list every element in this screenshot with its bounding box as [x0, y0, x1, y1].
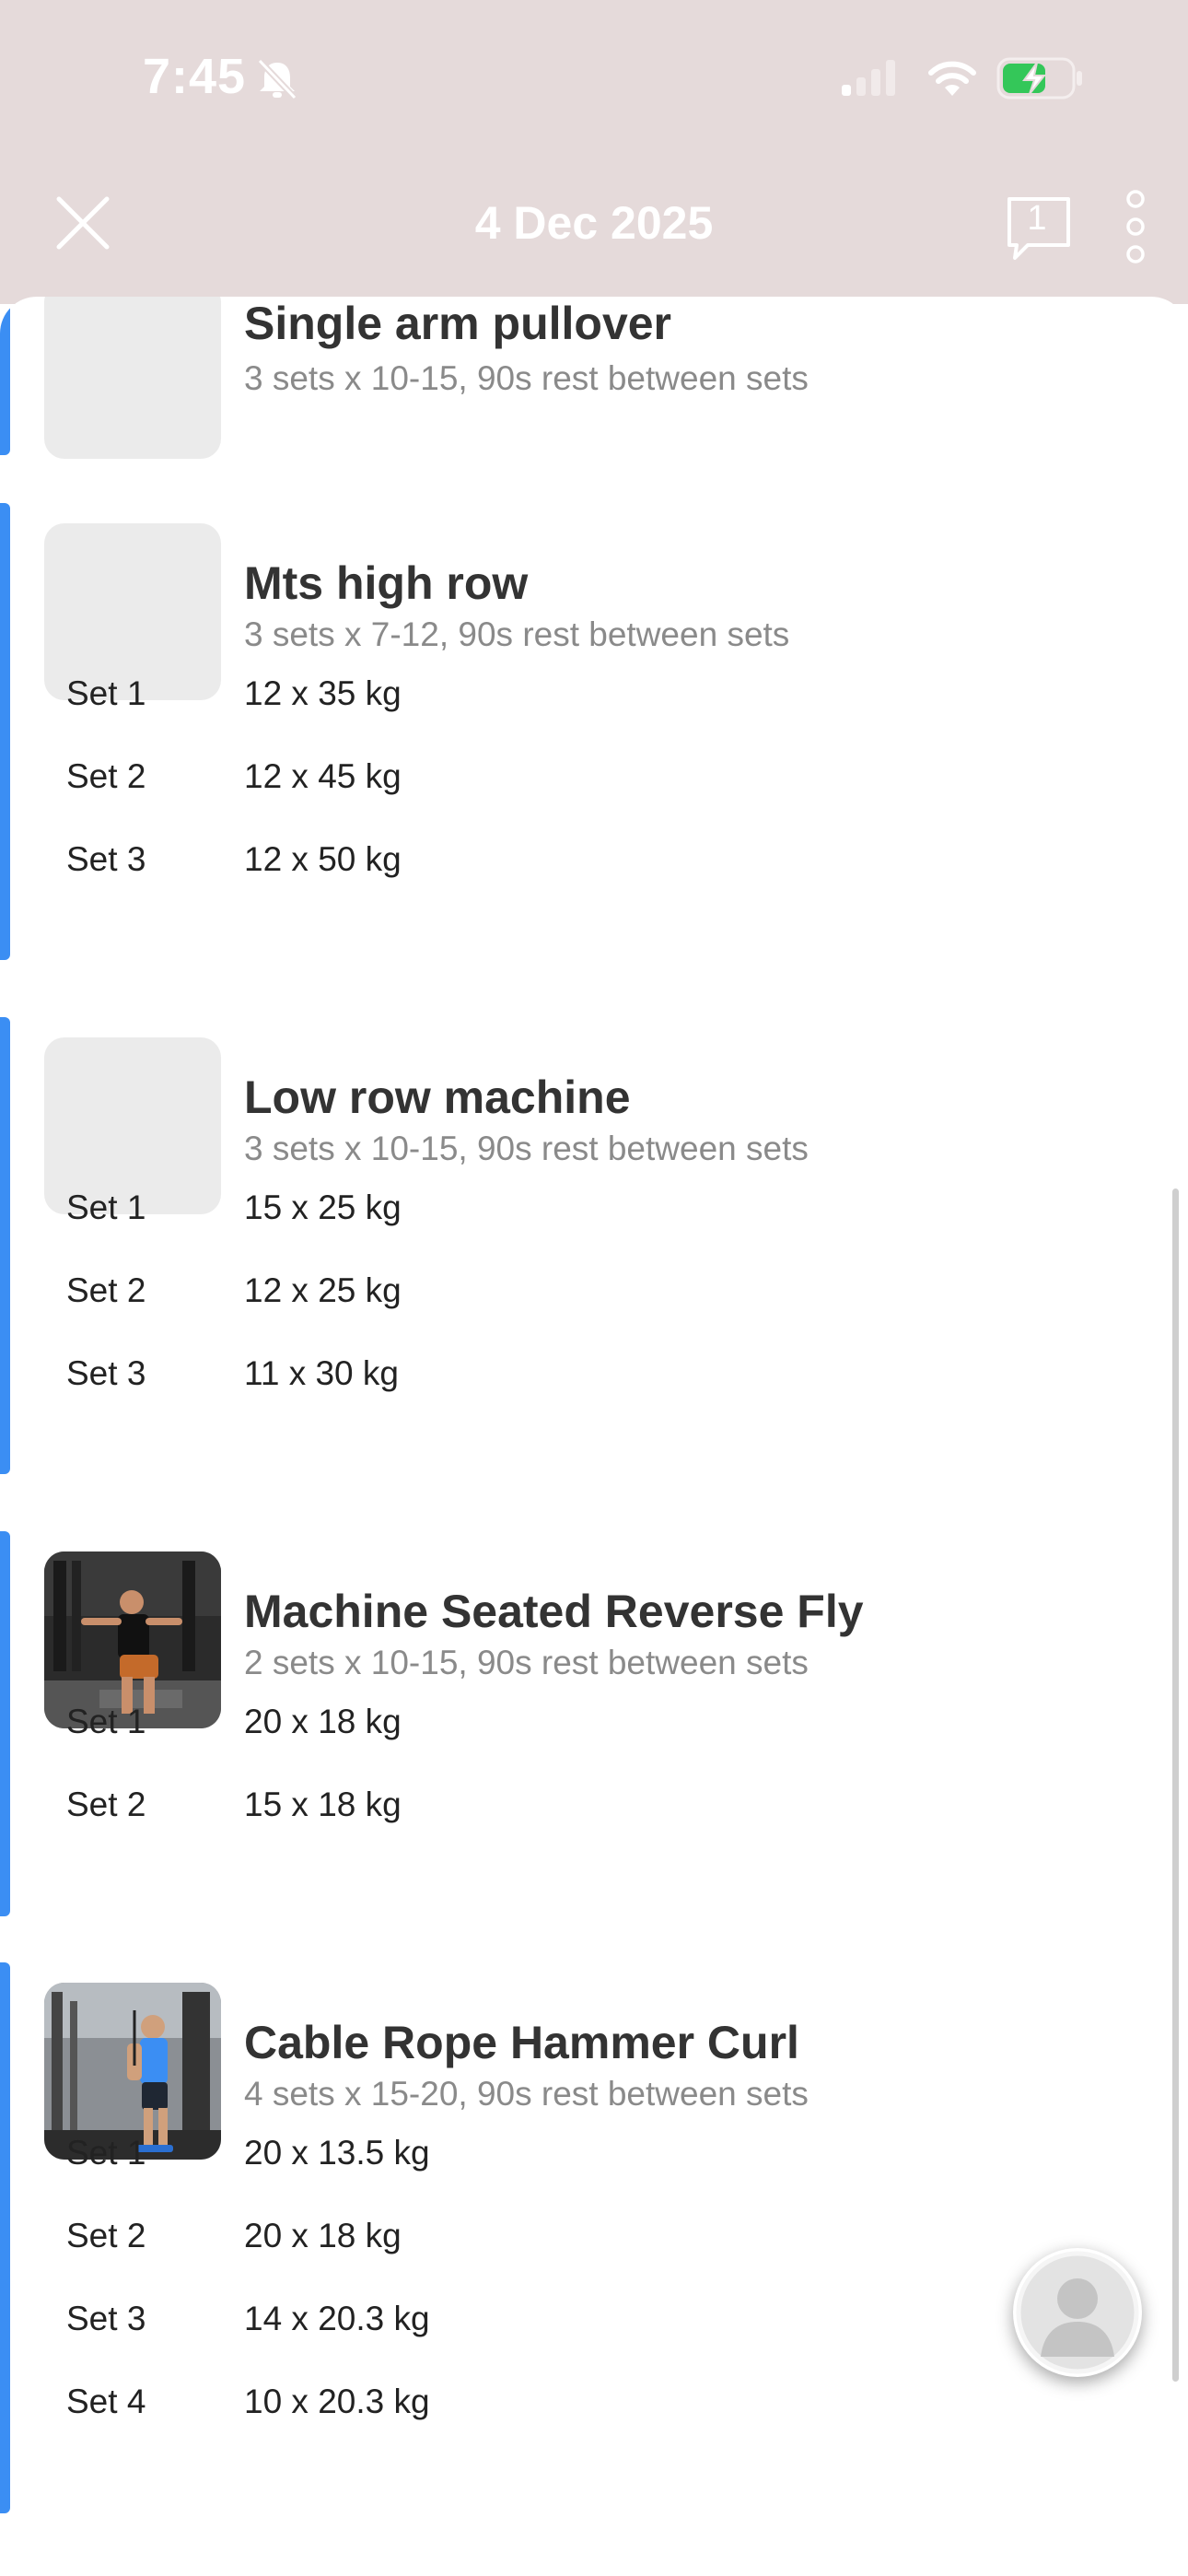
exercise-card[interactable]: Mts high row 3 sets x 7-12, 90s rest bet… — [0, 503, 1188, 960]
set-value: 12 x 50 kg — [244, 840, 402, 878]
exercise-accent-bar — [0, 297, 10, 455]
set-value: 11 x 30 kg — [244, 1354, 399, 1392]
set-value: 15 x 25 kg — [244, 1188, 402, 1226]
set-value: 20 x 18 kg — [244, 2217, 402, 2254]
exercise-card[interactable]: Cable Rope Hammer Curl 4 sets x 15-20, 9… — [0, 1962, 1188, 2513]
exercise-summary: 4 sets x 15-20, 90s rest between sets — [244, 2075, 809, 2113]
exercise-card[interactable]: Machine Seated Reverse Fly 2 sets x 10-1… — [0, 1531, 1188, 1916]
set-label: Set 1 — [66, 1703, 146, 1740]
set-value: 20 x 13.5 kg — [244, 2134, 430, 2172]
signal-icon — [842, 60, 895, 96]
status-time: 7:45 — [143, 49, 247, 104]
exercise-accent-bar — [0, 1962, 10, 2513]
battery-icon — [996, 57, 1082, 100]
exercise-name: Single arm pullover — [244, 298, 672, 349]
exercise-summary: 3 sets x 10-15, 90s rest between sets — [244, 1130, 809, 1167]
chat-count: 1 — [1027, 199, 1047, 238]
exercise-name: Cable Rope Hammer Curl — [244, 2017, 799, 2068]
top-bar: 7:45 4 Dec 2025 1 — [0, 0, 1188, 304]
set-label: Set 3 — [66, 2300, 146, 2337]
set-label: Set 2 — [66, 1271, 146, 1309]
set-value: 14 x 20.3 kg — [244, 2300, 430, 2337]
set-label: Set 2 — [66, 1786, 146, 1823]
set-value: 20 x 18 kg — [244, 1703, 402, 1740]
exercise-thumbnail — [44, 297, 221, 459]
exercise-summary: 3 sets x 7-12, 90s rest between sets — [244, 615, 790, 653]
exercise-summary: 3 sets x 10-15, 90s rest between sets — [244, 359, 809, 397]
exercise-name: Machine Seated Reverse Fly — [244, 1586, 864, 1637]
set-label: Set 2 — [66, 757, 146, 795]
exercise-name: Mts high row — [244, 557, 529, 609]
exercise-card[interactable]: Low row machine 3 sets x 10-15, 90s rest… — [0, 1017, 1188, 1474]
exercise-card[interactable]: Single arm pullover 3 sets x 10-15, 90s … — [0, 297, 1188, 459]
exercise-summary: 2 sets x 10-15, 90s rest between sets — [244, 1644, 809, 1681]
set-value: 12 x 45 kg — [244, 757, 402, 795]
exercise-accent-bar — [0, 1531, 10, 1916]
set-label: Set 1 — [66, 674, 146, 712]
wifi-icon — [928, 61, 976, 96]
exercise-name: Low row machine — [244, 1071, 631, 1123]
workout-sheet: Single arm pullover 3 sets x 10-15, 90s … — [0, 297, 1188, 2576]
trainer-avatar-button[interactable] — [1013, 2248, 1142, 2377]
set-label: Set 4 — [66, 2383, 146, 2420]
set-value: 15 x 18 kg — [244, 1786, 402, 1823]
set-value: 12 x 25 kg — [244, 1271, 402, 1309]
set-label: Set 1 — [66, 1188, 146, 1226]
set-label: Set 1 — [66, 2134, 146, 2172]
set-value: 10 x 20.3 kg — [244, 2383, 430, 2420]
exercise-accent-bar — [0, 1017, 10, 1474]
set-label: Set 3 — [66, 840, 146, 878]
scrollbar[interactable] — [1172, 1188, 1179, 2382]
set-value: 12 x 35 kg — [244, 674, 402, 712]
set-label: Set 2 — [66, 2217, 146, 2254]
more-icon[interactable] — [1124, 190, 1147, 263]
bell-slash-icon — [257, 59, 297, 100]
avatar-icon — [1016, 2251, 1139, 2374]
set-label: Set 3 — [66, 1354, 146, 1392]
exercise-accent-bar — [0, 503, 10, 960]
